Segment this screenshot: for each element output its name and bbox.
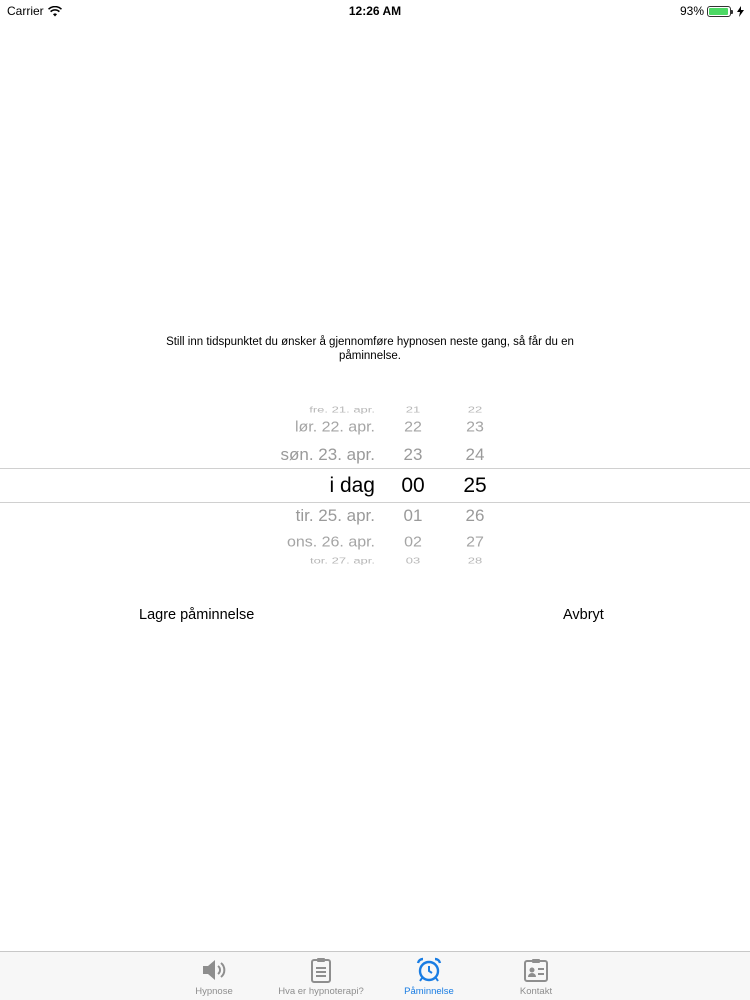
picker-row[interactable]: lør. 22. apr. 22 23 [0,415,750,441]
contact-card-icon [524,959,548,982]
picker-hour: 23 [403,445,423,464]
picker-date: tor. 27. apr. [309,555,375,566]
battery-icon [707,5,733,17]
tab-label: Kontakt [519,986,553,997]
charging-bolt-icon [737,5,744,17]
picker-minute: 25 [463,474,487,497]
picker-hour: 22 [404,419,422,436]
battery-fill [709,7,728,15]
tab-label: Påminnelse [404,986,454,997]
save-reminder-button[interactable]: Lagre påminnelse [139,607,254,623]
tab-hypnose[interactable]: Hypnose [164,952,264,1000]
picker-row[interactable]: tor. 27. apr. 03 28 [0,548,750,574]
tab-paminnelse[interactable]: Påminnelse [379,952,479,1000]
picker-hour: 03 [405,555,421,566]
picker-date: lør. 22. apr. [294,419,375,436]
picker-selection-top-line [0,468,750,469]
picker-minute: 24 [465,445,485,464]
tab-kontakt[interactable]: Kontakt [486,952,586,1000]
picker-minute: 28 [467,555,483,566]
picker-row-selected[interactable]: i dag 00 25 [0,473,750,499]
picker-row[interactable]: tir. 25. apr. 01 26 [0,503,750,529]
picker-row[interactable]: søn. 23. apr. 23 24 [0,442,750,468]
tab-label: Hypnose [195,986,233,997]
tab-label: Hva er hypnoterapi? [278,986,364,997]
picker-minute: 26 [465,506,485,525]
tab-hva-er-hypnoterapi[interactable]: Hva er hypnoterapi? [271,952,371,1000]
alarm-clock-icon [416,957,442,982]
picker-date: tir. 25. apr. [295,506,375,525]
status-right: 93% [680,4,744,18]
date-time-picker[interactable]: fre. 21. apr. 21 22 lør. 22. apr. 22 23 … [0,395,750,575]
status-time: 12:26 AM [348,4,402,18]
tab-bar: Hypnose Hva er hypnoterapi? Påminnelse K… [0,951,750,1000]
picker-minute: 23 [466,419,484,436]
cancel-button[interactable]: Avbryt [563,607,604,623]
status-bar: Carrier 12:26 AM 93% [0,0,750,22]
clipboard-icon [311,958,331,983]
battery-percent: 93% [679,4,704,18]
picker-hour: 00 [401,474,425,497]
instruction-text: Still inn tidspunktet du ønsker å gjenno… [166,336,574,362]
speaker-icon [203,960,226,980]
picker-hour: 01 [403,506,423,525]
picker-date: i dag [329,474,375,497]
picker-date: søn. 23. apr. [280,445,376,464]
